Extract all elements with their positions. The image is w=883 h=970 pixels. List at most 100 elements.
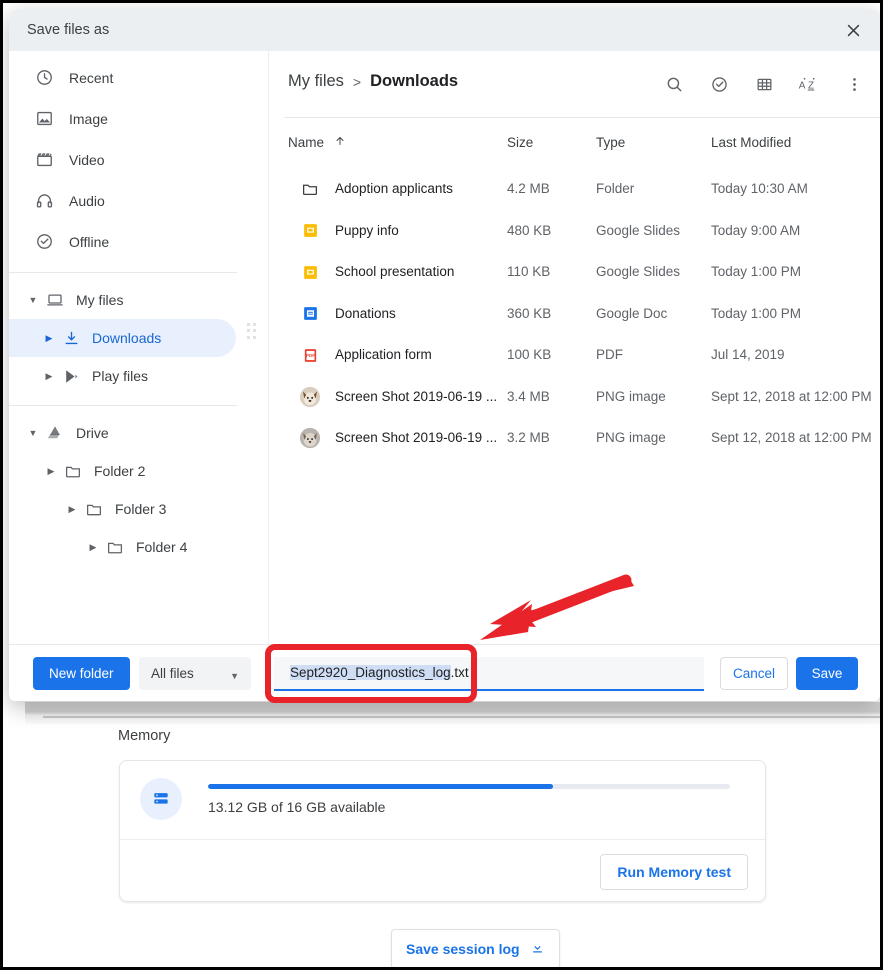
chevron-right-icon[interactable]: ▶: [83, 542, 103, 553]
file-name: Application form: [335, 347, 432, 362]
sidebar-item-label: Folder 2: [94, 463, 145, 479]
sidebar-item-label: Drive: [76, 425, 109, 441]
sidebar-item-label: Folder 3: [115, 501, 166, 517]
file-name: Donations: [335, 306, 396, 321]
file-modified: Sept 12, 2018 at 12:00 PM: [711, 430, 872, 445]
sidebar-item-video[interactable]: Video: [9, 139, 245, 180]
dialog-footer: New folder All files ▼ Sept2920_Diagnost…: [9, 644, 880, 701]
file-name: School presentation: [335, 264, 454, 279]
column-header-name[interactable]: Name: [288, 135, 346, 150]
sidebar-resize-handle[interactable]: [247, 323, 256, 339]
file-modified: Sept 12, 2018 at 12:00 PM: [711, 389, 872, 404]
breadcrumb-separator: >: [353, 74, 361, 90]
table-row[interactable]: PDF Application form 100 KB PDF Jul 14, …: [269, 334, 880, 376]
chevron-down-icon[interactable]: ▼: [23, 295, 43, 305]
sidebar-item-recent[interactable]: Recent: [9, 57, 245, 98]
file-type: PNG image: [596, 389, 666, 404]
sidebar-item-audio[interactable]: Audio: [9, 180, 245, 221]
table-row[interactable]: School presentation 110 KB Google Slides…: [269, 251, 880, 293]
sidebar-item-folder-2[interactable]: ▶ Folder 2: [9, 452, 236, 490]
file-modified: Today 9:00 AM: [711, 223, 800, 238]
filename-input[interactable]: Sept2920_Diagnostics_log.txt: [274, 657, 704, 691]
video-icon: [35, 150, 61, 169]
files-panel: My files > Downloads: [269, 51, 880, 644]
slides-icon: [299, 261, 321, 283]
file-type: PNG image: [596, 430, 666, 445]
sort-az-icon[interactable]: A Z: [793, 68, 825, 100]
chevron-down-icon[interactable]: ▼: [23, 428, 43, 438]
save-session-log-button[interactable]: Save session log: [391, 929, 560, 969]
chevron-right-icon[interactable]: ▶: [62, 504, 82, 515]
file-type: PDF: [596, 347, 623, 362]
play-store-icon: [59, 368, 83, 385]
sidebar-item-label: Image: [69, 111, 108, 127]
folder-icon: [299, 178, 321, 200]
table-row[interactable]: Donations 360 KB Google Doc Today 1:00 P…: [269, 293, 880, 335]
photo-thumb-icon: [299, 386, 321, 408]
folder-icon: [103, 538, 127, 556]
table-row[interactable]: Screen Shot 2019-06-19 ... 3.2 MB PNG im…: [269, 417, 880, 459]
more-vert-icon[interactable]: [838, 68, 870, 100]
cancel-button[interactable]: Cancel: [720, 657, 788, 690]
sidebar-item-image[interactable]: Image: [9, 98, 245, 139]
file-type: Google Slides: [596, 264, 680, 279]
chevron-right-icon[interactable]: ▶: [39, 333, 59, 344]
dialog-body: Recent Image: [9, 51, 880, 644]
image-icon: [35, 109, 61, 128]
table-row[interactable]: Screen Shot 2019-06-19 ... 3.4 MB PNG im…: [269, 376, 880, 418]
file-size: 100 KB: [507, 347, 551, 362]
file-size: 360 KB: [507, 306, 551, 321]
memory-heading: Memory: [118, 728, 170, 744]
files-header: My files > Downloads: [269, 51, 880, 118]
table-row[interactable]: Puppy info 480 KB Google Slides Today 9:…: [269, 210, 880, 252]
sidebar-item-label: Video: [69, 152, 105, 168]
search-icon[interactable]: [658, 68, 690, 100]
sidebar-item-label: Offline: [69, 234, 109, 250]
chevron-right-icon[interactable]: ▶: [41, 466, 61, 477]
sidebar-item-label: Audio: [69, 193, 105, 209]
file-size: 3.4 MB: [507, 389, 550, 404]
memory-chip-icon: [140, 778, 182, 820]
offline-check-icon: [35, 232, 61, 251]
save-button[interactable]: Save: [796, 657, 858, 690]
screenshot-root: Memory 13.12 GB of 16 GB available R: [0, 0, 883, 970]
sidebar-item-offline[interactable]: Offline: [9, 221, 245, 262]
sidebar-item-folder-3[interactable]: ▶ Folder 3: [9, 490, 236, 528]
file-name: Screen Shot 2019-06-19 ...: [335, 389, 497, 404]
download-icon: [59, 330, 83, 347]
memory-card-bottom: Run Memory test: [120, 840, 765, 902]
offline-icon[interactable]: [703, 68, 735, 100]
column-header-modified[interactable]: Last Modified: [711, 135, 791, 150]
svg-text:A: A: [798, 80, 805, 91]
close-icon[interactable]: [838, 15, 868, 45]
file-type-dropdown[interactable]: All files ▼: [139, 657, 251, 690]
table-row[interactable]: Adoption applicants 4.2 MB Folder Today …: [269, 168, 880, 210]
slides-icon: [299, 220, 321, 242]
memory-progress-fill: [208, 784, 553, 789]
sidebar-item-drive[interactable]: ▼ Drive: [9, 414, 236, 452]
dialog-title: Save files as: [27, 22, 109, 38]
clock-icon: [35, 68, 61, 87]
grid-view-icon[interactable]: [748, 68, 780, 100]
file-type: Google Slides: [596, 223, 680, 238]
breadcrumb-root[interactable]: My files: [288, 72, 344, 91]
sidebar-item-folder-4[interactable]: ▶ Folder 4: [9, 528, 236, 566]
run-memory-test-button[interactable]: Run Memory test: [600, 854, 748, 890]
file-modified: Today 1:00 PM: [711, 264, 801, 279]
sidebar-item-my-files[interactable]: ▼ My files: [9, 281, 236, 319]
column-header-size[interactable]: Size: [507, 135, 533, 150]
sidebar-item-downloads[interactable]: ▶ Downloads: [9, 319, 236, 357]
file-size: 110 KB: [507, 264, 550, 279]
sidebar-item-label: Recent: [69, 70, 113, 86]
background-toolbar-strip: [25, 702, 883, 724]
breadcrumb-current[interactable]: Downloads: [370, 72, 458, 91]
docs-icon: [299, 303, 321, 325]
files-toolbar: A Z: [658, 68, 870, 100]
sidebar-item-play-files[interactable]: ▶ Play files: [9, 357, 236, 395]
download-icon: [530, 940, 545, 958]
filename-input-value: Sept2920_Diagnostics_log.txt: [290, 665, 469, 680]
new-folder-button[interactable]: New folder: [33, 657, 130, 690]
chevron-right-icon[interactable]: ▶: [39, 371, 59, 382]
column-header-type[interactable]: Type: [596, 135, 625, 150]
file-size: 3.2 MB: [507, 430, 550, 445]
